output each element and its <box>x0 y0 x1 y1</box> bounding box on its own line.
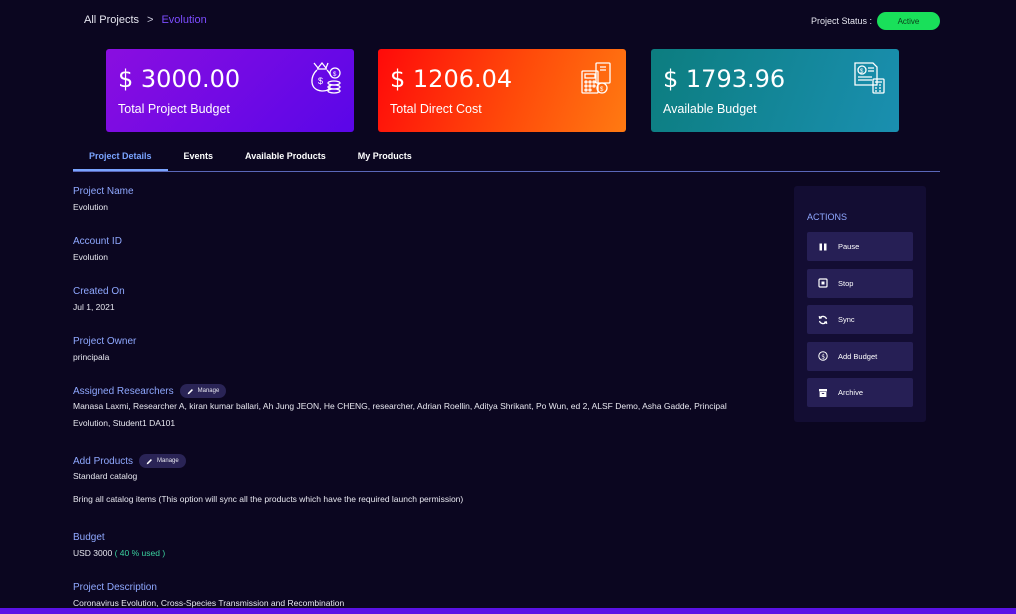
researchers-label-row: Assigned Researchers Manage <box>73 384 733 398</box>
calculator-money-icon: $ <box>581 62 611 94</box>
breadcrumb-current: Evolution <box>161 14 207 26</box>
manage-researchers-label: Manage <box>197 388 220 394</box>
field-project-owner: Project Owner principala <box>73 336 733 384</box>
bottom-bar <box>0 608 1016 614</box>
svg-text:$: $ <box>821 353 825 360</box>
pencil-icon <box>187 388 193 394</box>
budget-sheet-icon: $ <box>854 62 885 94</box>
add-products-label: Add Products <box>73 455 134 467</box>
total-budget-card: $ 3000.00 Total Project Budget $ $ <box>106 49 354 132</box>
breadcrumb-all-projects[interactable]: All Projects <box>84 14 139 26</box>
pause-icon <box>819 243 827 250</box>
description-label: Project Description <box>73 582 157 593</box>
tab-project-details[interactable]: Project Details <box>73 147 168 171</box>
direct-cost-card: $ 1206.04 Total Direct Cost $ <box>378 49 626 132</box>
tab-available-products[interactable]: Available Products <box>229 147 342 171</box>
pause-button[interactable]: Pause <box>807 232 913 261</box>
dollar-circle-icon: $ <box>818 351 828 361</box>
direct-cost-label: Total Direct Cost <box>390 102 482 116</box>
field-project-name: Project Name Evolution <box>73 186 733 236</box>
sync-icon <box>818 315 828 324</box>
field-assigned-researchers: Assigned Researchers Manage Manasa Laxmi… <box>73 384 733 454</box>
created-on-label: Created On <box>73 286 125 297</box>
breadcrumb-separator: > <box>147 14 154 26</box>
budget-label: Budget <box>73 532 105 543</box>
manage-products-button[interactable]: Manage <box>139 454 186 468</box>
field-add-products: Add Products Manage Standard catalog Bri… <box>73 454 733 532</box>
created-on-value: Jul 1, 2021 <box>73 302 115 312</box>
add-budget-label: Add Budget <box>838 351 878 361</box>
pause-label: Pause <box>838 242 860 251</box>
account-id-value: Evolution <box>73 252 108 262</box>
tab-events[interactable]: Events <box>168 147 230 171</box>
budget-used: ( 40 % used ) <box>114 548 166 558</box>
stop-icon <box>818 278 828 288</box>
budget-value: USD 3000 <box>73 548 113 558</box>
field-created-on: Created On Jul 1, 2021 <box>73 286 733 336</box>
project-status-label: Project Status : <box>810 16 872 26</box>
field-budget: Budget USD 3000 ( 40 % used ) <box>73 532 733 582</box>
field-account-id: Account ID Evolution <box>73 236 733 286</box>
total-budget-label: Total Project Budget <box>118 102 230 116</box>
breadcrumb: All Projects > Evolution <box>84 14 207 26</box>
actions-panel: ACTIONS Pause Stop Sync $ Add Budget Arc… <box>794 186 926 422</box>
status-badge: Active <box>877 12 940 30</box>
available-budget-card: $ 1793.96 Available Budget $ <box>651 49 899 132</box>
manage-researchers-button[interactable]: Manage <box>179 384 227 398</box>
svg-text:$: $ <box>333 72 337 78</box>
account-id-label: Account ID <box>73 236 122 247</box>
svg-text:$: $ <box>600 87 604 93</box>
svg-text:$: $ <box>318 76 323 86</box>
archive-icon <box>819 388 827 397</box>
tab-bar: Project Details Events Available Product… <box>73 147 940 172</box>
add-products-label-row: Add Products Manage <box>73 454 733 468</box>
sync-button[interactable]: Sync <box>807 305 913 334</box>
stop-label: Stop <box>838 278 854 288</box>
available-budget-label: Available Budget <box>663 102 757 116</box>
add-products-note: Bring all catalog items (This option wil… <box>73 494 464 504</box>
sync-label: Sync <box>838 315 855 324</box>
researchers-value: Manasa Laxmi, Researcher A, kiran kumar … <box>73 401 727 428</box>
project-name-value: Evolution <box>73 202 108 212</box>
stop-button[interactable]: Stop <box>807 268 913 298</box>
archive-button[interactable]: Archive <box>807 378 913 407</box>
add-products-value: Standard catalog <box>73 471 138 481</box>
manage-products-label: Manage <box>157 458 179 464</box>
add-budget-button[interactable]: $ Add Budget <box>807 341 913 371</box>
project-name-label: Project Name <box>73 186 134 197</box>
archive-label: Archive <box>838 388 864 397</box>
budget-value-row: USD 3000 ( 40 % used ) <box>73 545 733 562</box>
money-bag-icon: $ $ <box>311 61 341 94</box>
pencil-icon <box>146 458 152 464</box>
project-owner-label: Project Owner <box>73 336 137 347</box>
project-owner-value: principala <box>73 352 110 362</box>
researchers-label: Assigned Researchers <box>73 385 174 397</box>
project-details: Project Name Evolution Account ID Evolut… <box>73 186 733 612</box>
actions-title: ACTIONS <box>807 212 848 222</box>
tab-my-products[interactable]: My Products <box>342 147 428 171</box>
project-status: Project Status : Active <box>811 12 940 30</box>
